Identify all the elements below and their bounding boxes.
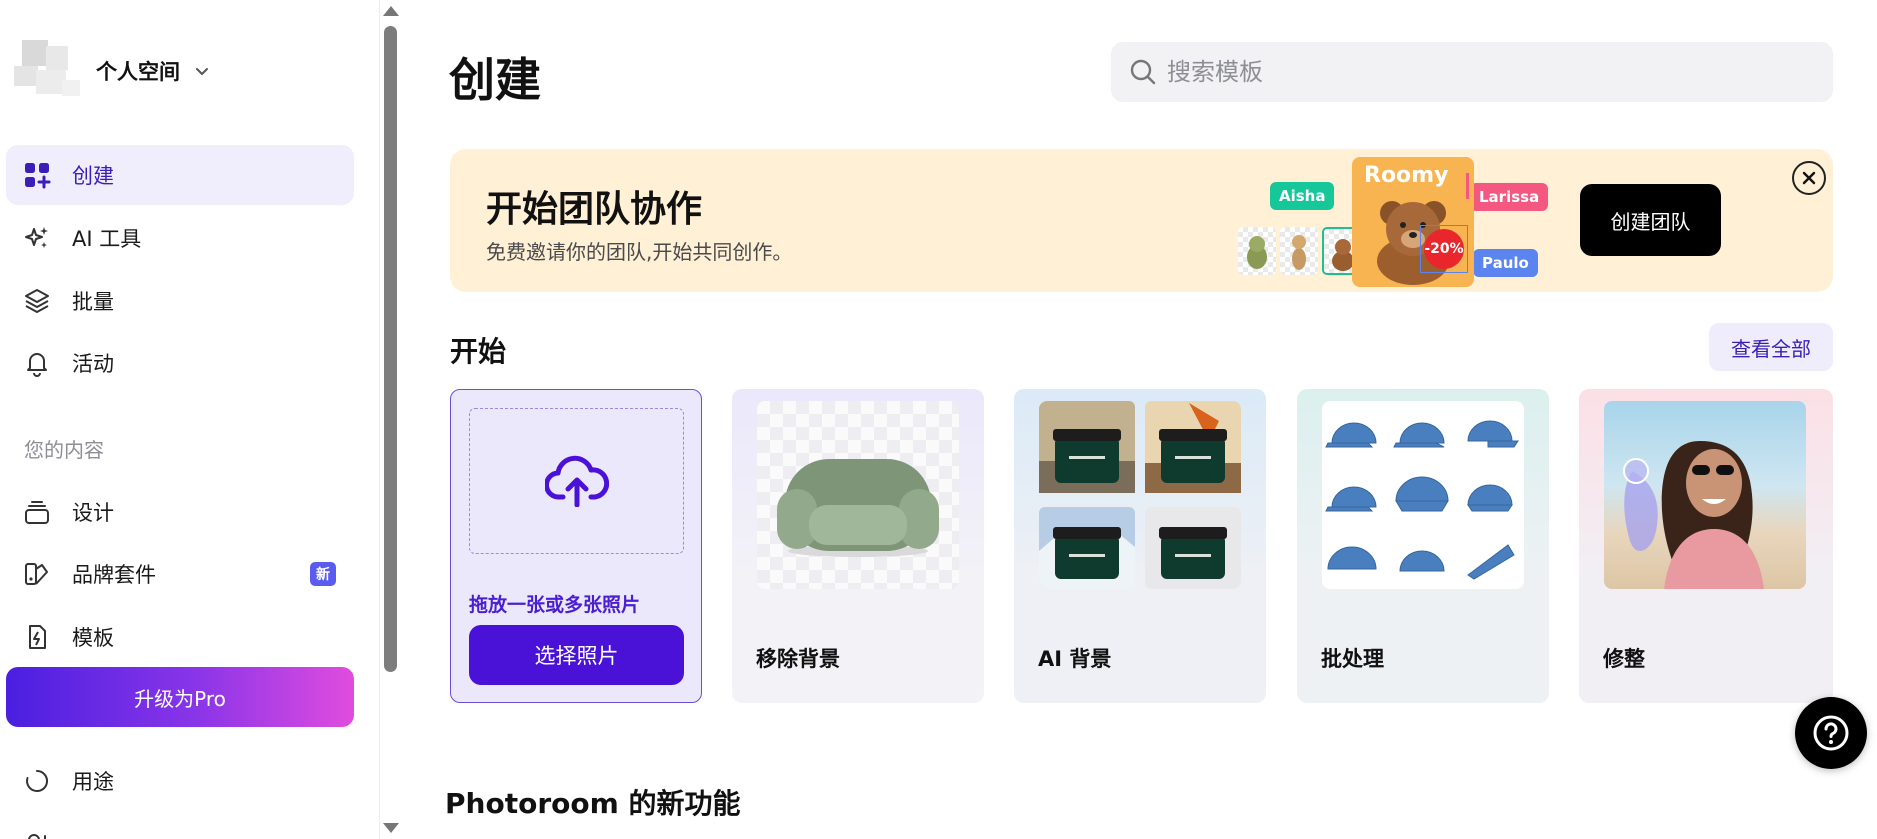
search-icon xyxy=(1130,59,1156,85)
main-content: 创建 开始团队协作 免费邀请你的团队,开始共同创作。 Aisha Larissa… xyxy=(403,0,1877,839)
whats-new-title: Photoroom 的新功能 xyxy=(445,787,741,820)
new-badge: 新 xyxy=(310,562,336,586)
card-label: 移除背景 xyxy=(756,647,840,671)
scrollbar-thumb[interactable] xyxy=(384,26,397,672)
team-banner: 开始团队协作 免费邀请你的团队,开始共同创作。 Aisha Larissa Pa… xyxy=(450,149,1833,292)
caps-grid-image xyxy=(1322,401,1524,589)
sidebar-item-label: 批量 xyxy=(72,290,114,314)
search-bar[interactable] xyxy=(1111,42,1833,102)
sidebar-item-brand-kit[interactable]: 品牌套件 新 xyxy=(6,544,354,604)
scroll-down-arrow-icon[interactable] xyxy=(383,823,399,833)
workspace-avatar xyxy=(12,36,82,106)
sparkles-icon xyxy=(22,223,52,253)
ai-background-card[interactable]: AI 背景 xyxy=(1014,389,1266,703)
discount-badge: -20% xyxy=(1424,229,1464,269)
sidebar-item-label: 设计 xyxy=(72,501,114,525)
remove-background-card[interactable]: 移除背景 xyxy=(732,389,984,703)
layers-icon xyxy=(22,286,52,316)
upload-card[interactable]: 拖放一张或多张照片 选择照片 xyxy=(450,389,702,703)
sidebar-item-create[interactable]: 创建 xyxy=(6,145,354,205)
help-button[interactable] xyxy=(1795,697,1867,769)
portrait-image xyxy=(1604,401,1806,589)
sidebar-item-label: AI 工具 xyxy=(72,227,142,251)
upgrade-pro-button[interactable]: 升级为Pro xyxy=(6,667,354,727)
banner-title: 开始团队协作 xyxy=(486,189,703,230)
collaborator-tag: Larissa xyxy=(1470,183,1549,211)
start-section-title: 开始 xyxy=(450,335,507,368)
sidebar-item-usage[interactable]: 用途 xyxy=(6,751,354,811)
grid-plus-icon xyxy=(22,160,52,190)
sidebar-item-label: 模板 xyxy=(72,626,114,650)
view-all-button[interactable]: 查看全部 xyxy=(1709,323,1833,371)
sidebar-item-label: 创建 xyxy=(72,164,114,188)
template-icon xyxy=(22,622,52,652)
product-thumbnail xyxy=(1280,227,1318,275)
product-thumbnail xyxy=(1238,227,1276,275)
choose-photo-button[interactable]: 选择照片 xyxy=(469,625,684,685)
workspace-switcher[interactable]: 个人空间 xyxy=(12,36,210,106)
cloud-upload-icon xyxy=(544,455,609,507)
close-banner-button[interactable] xyxy=(1792,161,1826,195)
brand-kit-icon xyxy=(22,559,52,589)
sidebar-item-label: 活动 xyxy=(72,352,114,376)
drop-text: 拖放一张或多张照片 xyxy=(469,594,641,616)
page-title: 创建 xyxy=(449,53,541,107)
app-root: 个人空间 创建 AI 工具 批量 活动 您的内容 设计 品牌套件 新 模板 升级… xyxy=(0,0,1877,839)
sidebar-item-label: 用途 xyxy=(72,770,114,794)
card-label: 修整 xyxy=(1603,647,1645,671)
add-user-icon xyxy=(22,829,52,839)
collaborator-tag: Paulo xyxy=(1473,249,1538,277)
circle-arrow-icon xyxy=(22,766,52,796)
sidebar-item-ai-tools[interactable]: AI 工具 xyxy=(6,208,354,268)
banner-subtitle: 免费邀请你的团队,开始共同创作。 xyxy=(486,240,793,264)
card-label: AI 背景 xyxy=(1038,647,1112,671)
jars-image xyxy=(1039,401,1241,589)
text-cursor xyxy=(1466,173,1469,199)
stack-icon xyxy=(22,497,52,527)
create-team-button[interactable]: 创建团队 xyxy=(1580,184,1721,256)
scroll-up-arrow-icon[interactable] xyxy=(383,6,399,16)
close-icon xyxy=(1802,171,1816,185)
armchair-image xyxy=(757,401,959,589)
sidebar-item-batch[interactable]: 批量 xyxy=(6,271,354,331)
sidebar-item-label: 品牌套件 xyxy=(72,563,156,587)
content-section-label: 您的内容 xyxy=(24,438,104,462)
sidebar-item-activity[interactable]: 活动 xyxy=(6,333,354,393)
sidebar-item-invite[interactable] xyxy=(6,814,354,839)
help-icon xyxy=(1813,715,1849,751)
retouch-card[interactable]: 修整 xyxy=(1579,389,1833,703)
workspace-name: 个人空间 xyxy=(96,60,180,84)
collaborator-tag: Aisha xyxy=(1270,182,1335,210)
bell-icon xyxy=(22,348,52,378)
sidebar-scrollbar[interactable] xyxy=(380,0,402,839)
sidebar-item-templates[interactable]: 模板 xyxy=(6,607,354,667)
sidebar-item-designs[interactable]: 设计 xyxy=(6,482,354,542)
chevron-down-icon xyxy=(196,68,208,76)
card-label: 批处理 xyxy=(1321,647,1384,671)
batch-card[interactable]: 批处理 xyxy=(1297,389,1549,703)
team-illustration: Aisha Larissa Paulo Roomy -20% xyxy=(1230,157,1549,287)
search-input[interactable] xyxy=(1167,58,1807,86)
sidebar: 个人空间 创建 AI 工具 批量 活动 您的内容 设计 品牌套件 新 模板 升级… xyxy=(0,0,380,839)
dropzone[interactable] xyxy=(469,408,684,554)
